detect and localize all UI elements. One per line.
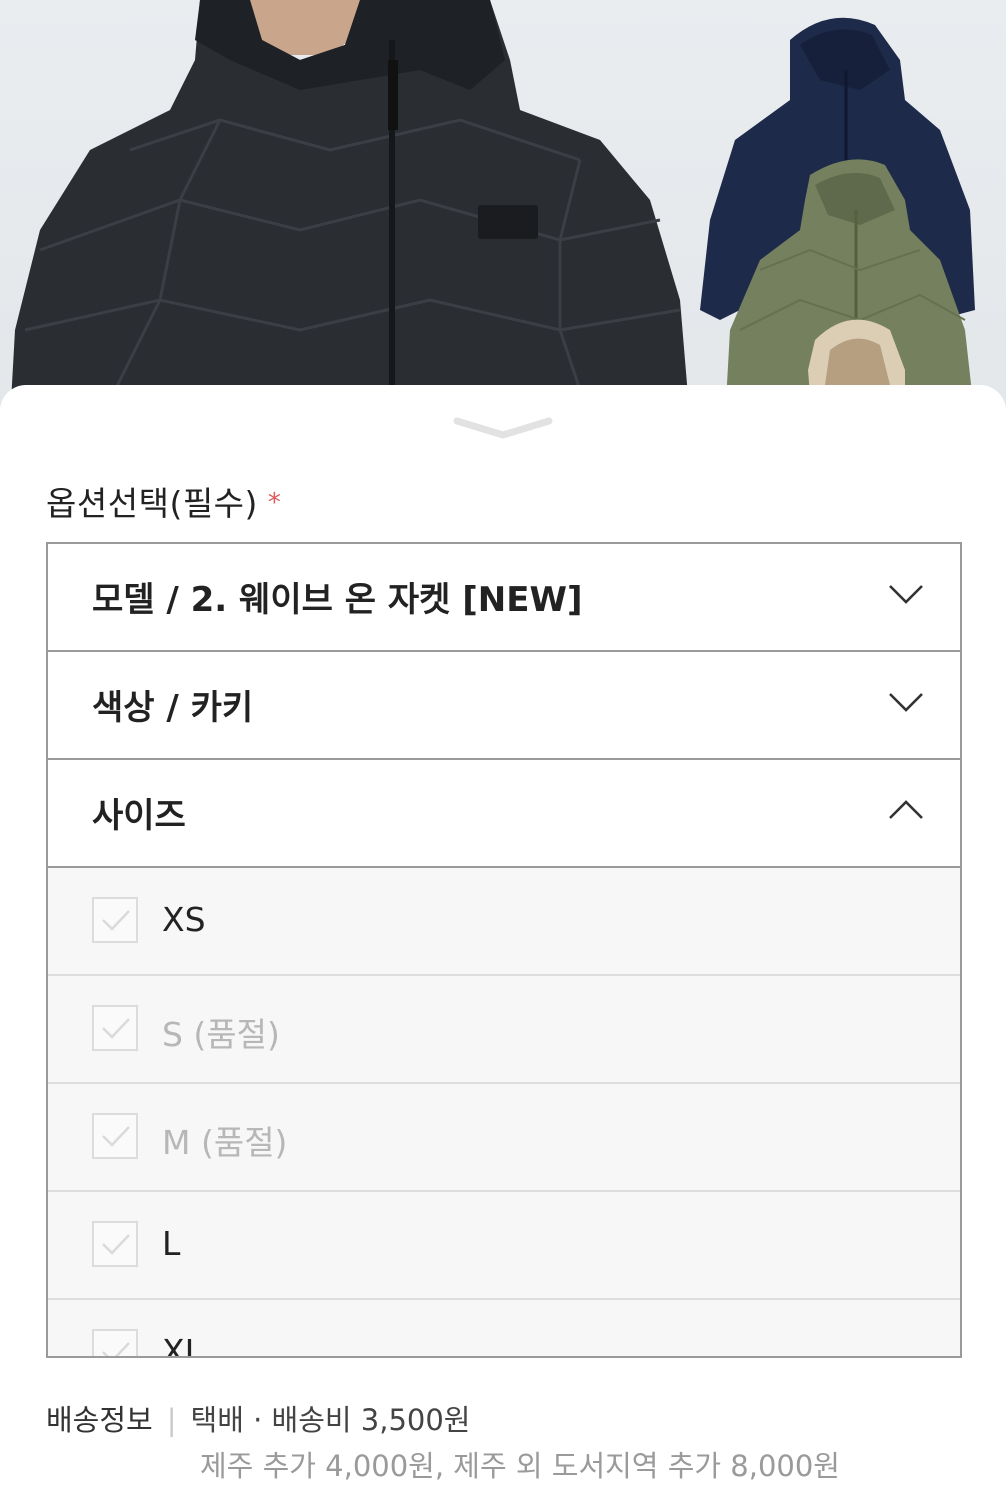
chevron-down-icon xyxy=(889,693,923,712)
check-icon xyxy=(102,1018,130,1039)
option-color-dropdown[interactable]: 색상 / 카키 xyxy=(48,652,960,760)
size-option-xs[interactable]: XS xyxy=(48,868,960,976)
size-checkbox[interactable] xyxy=(92,1113,138,1159)
check-icon xyxy=(102,1234,130,1255)
option-model-dropdown[interactable]: 모델 / 2. 웨이브 온 자켓 [NEW] xyxy=(48,544,960,652)
check-icon xyxy=(102,1342,130,1356)
jacket-illustration xyxy=(10,0,975,420)
size-option-label: L xyxy=(162,1224,181,1263)
size-option-l[interactable]: L xyxy=(48,1192,960,1300)
option-size-label: 사이즈 xyxy=(92,796,186,836)
size-checkbox[interactable] xyxy=(92,1005,138,1051)
option-select-box: 모델 / 2. 웨이브 온 자켓 [NEW] 색상 / 카키 사이즈 XS S … xyxy=(46,542,962,1358)
sheet-collapse-handle-icon[interactable] xyxy=(453,415,553,441)
option-bottom-sheet: 옵션선택(필수) * 모델 / 2. 웨이브 온 자켓 [NEW] 색상 / 카키… xyxy=(0,385,1006,1500)
size-checkbox[interactable] xyxy=(92,1221,138,1267)
option-color-label: 색상 / 카키 xyxy=(92,688,254,728)
option-section-title-text: 옵션선택(필수) xyxy=(46,484,258,523)
size-option-label: XL xyxy=(162,1332,203,1358)
option-section-title: 옵션선택(필수) * xyxy=(46,477,281,525)
product-hero-image xyxy=(0,0,1006,420)
delivery-divider: | xyxy=(166,1403,177,1437)
chevron-up-icon xyxy=(889,800,923,819)
required-mark: * xyxy=(267,488,282,518)
size-option-label: S (품절) xyxy=(162,1015,280,1054)
option-size-dropdown[interactable]: 사이즈 xyxy=(48,760,960,868)
delivery-extra-fee: 제주 추가 4,000원, 제주 외 도서지역 추가 8,000원 xyxy=(200,1449,840,1483)
delivery-heading: 배송정보 xyxy=(46,1403,153,1437)
size-option-m-soldout[interactable]: M (품절) xyxy=(48,1084,960,1192)
check-icon xyxy=(102,1126,130,1147)
size-option-label: XS xyxy=(162,900,206,939)
size-checkbox[interactable] xyxy=(92,897,138,943)
size-option-s-soldout[interactable]: S (품절) xyxy=(48,976,960,1084)
size-option-xl[interactable]: XL xyxy=(48,1300,960,1358)
size-checkbox[interactable] xyxy=(92,1329,138,1356)
delivery-info: 배송정보 | 택배 · 배송비 3,500원 xyxy=(46,1397,471,1439)
size-option-label: M (품절) xyxy=(162,1123,288,1162)
option-model-label: 모델 / 2. 웨이브 온 자켓 [NEW] xyxy=(92,580,583,620)
chevron-down-icon xyxy=(889,585,923,604)
check-icon xyxy=(102,910,130,931)
delivery-method: 택배 · 배송비 3,500원 xyxy=(190,1403,471,1437)
